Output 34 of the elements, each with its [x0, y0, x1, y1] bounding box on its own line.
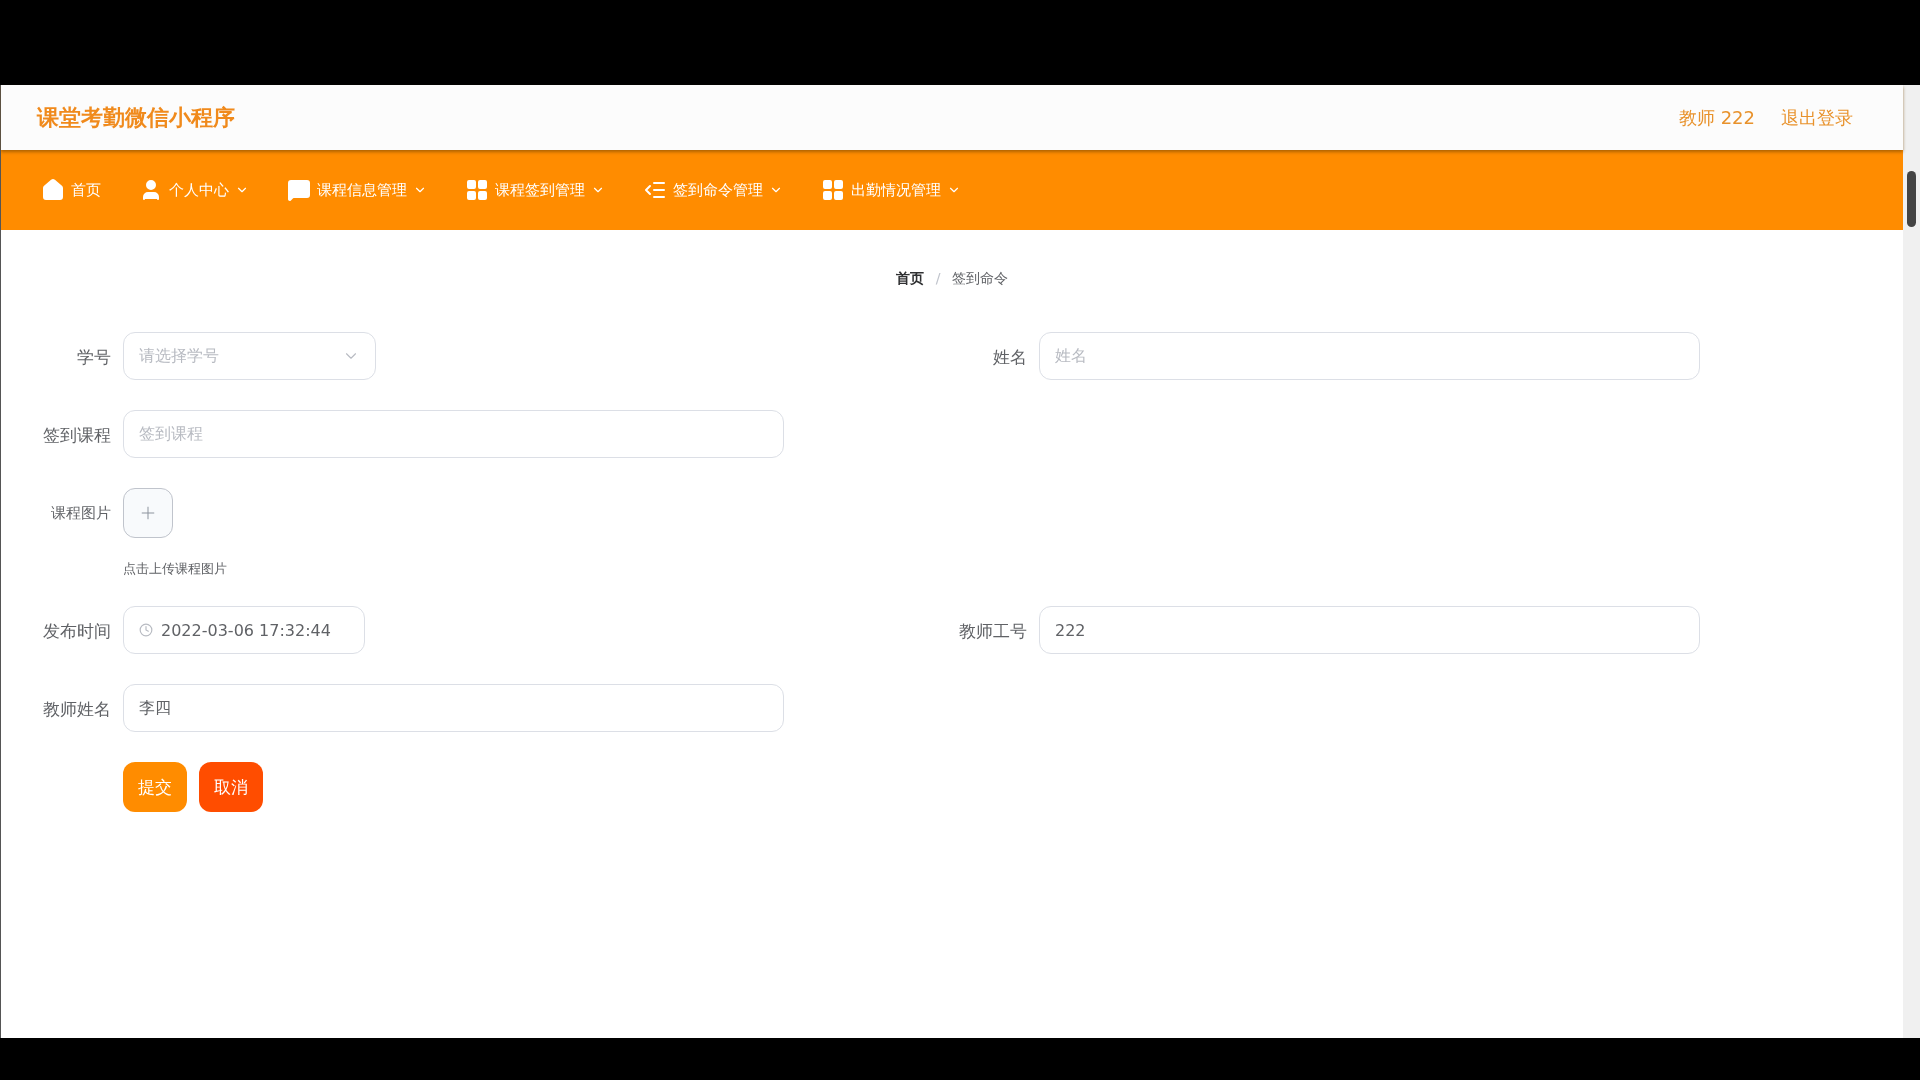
- select-field[interactable]: 请选择学号: [123, 332, 376, 380]
- field-label: 课程图片: [50, 503, 111, 524]
- field-label: 教师姓名: [42, 698, 111, 721]
- breadcrumb-item: 签到命令: [952, 270, 1009, 288]
- field-label: 教师工号: [958, 620, 1027, 643]
- nav-item[interactable]: 课程签到管理: [465, 178, 605, 202]
- breadcrumb-item[interactable]: 首页: [895, 270, 924, 288]
- input-field[interactable]: 222: [1039, 606, 1700, 654]
- nav-item[interactable]: 签到命令管理: [643, 178, 783, 202]
- field-label: 签到课程: [42, 424, 111, 447]
- nav-item[interactable]: 出勤情况管理: [821, 178, 961, 202]
- grid-icon: [465, 178, 489, 202]
- clock-icon: [139, 623, 153, 637]
- home-icon: [41, 178, 65, 202]
- input-field[interactable]: 李四: [123, 684, 784, 732]
- user-name: 教师 222: [1678, 105, 1755, 130]
- date-field[interactable]: 2022-03-06 17:32:44: [123, 606, 365, 654]
- nav-item[interactable]: 首页: [41, 178, 101, 202]
- nav-item[interactable]: 个人中心: [139, 178, 249, 202]
- submit-button[interactable]: 提交: [123, 762, 187, 812]
- field-label: 发布时间: [42, 620, 111, 643]
- input-field[interactable]: 姓名: [1039, 332, 1700, 380]
- input-field[interactable]: 签到课程: [123, 410, 784, 458]
- nav-item[interactable]: 课程信息管理: [287, 178, 427, 202]
- field-label: 姓名: [992, 346, 1027, 369]
- field-label: 学号: [76, 346, 111, 369]
- grid-icon: [821, 178, 845, 202]
- breadcrumb-separator: /: [935, 270, 941, 288]
- scrollbar[interactable]: [1903, 85, 1920, 1038]
- cancel-button[interactable]: 取消: [199, 762, 263, 812]
- upload-hint: 点击上传课程图片: [123, 560, 227, 578]
- logout-link[interactable]: 退出登录: [1781, 105, 1853, 130]
- chat-icon: [287, 178, 311, 202]
- app-title: 课堂考勤微信小程序: [37, 103, 235, 132]
